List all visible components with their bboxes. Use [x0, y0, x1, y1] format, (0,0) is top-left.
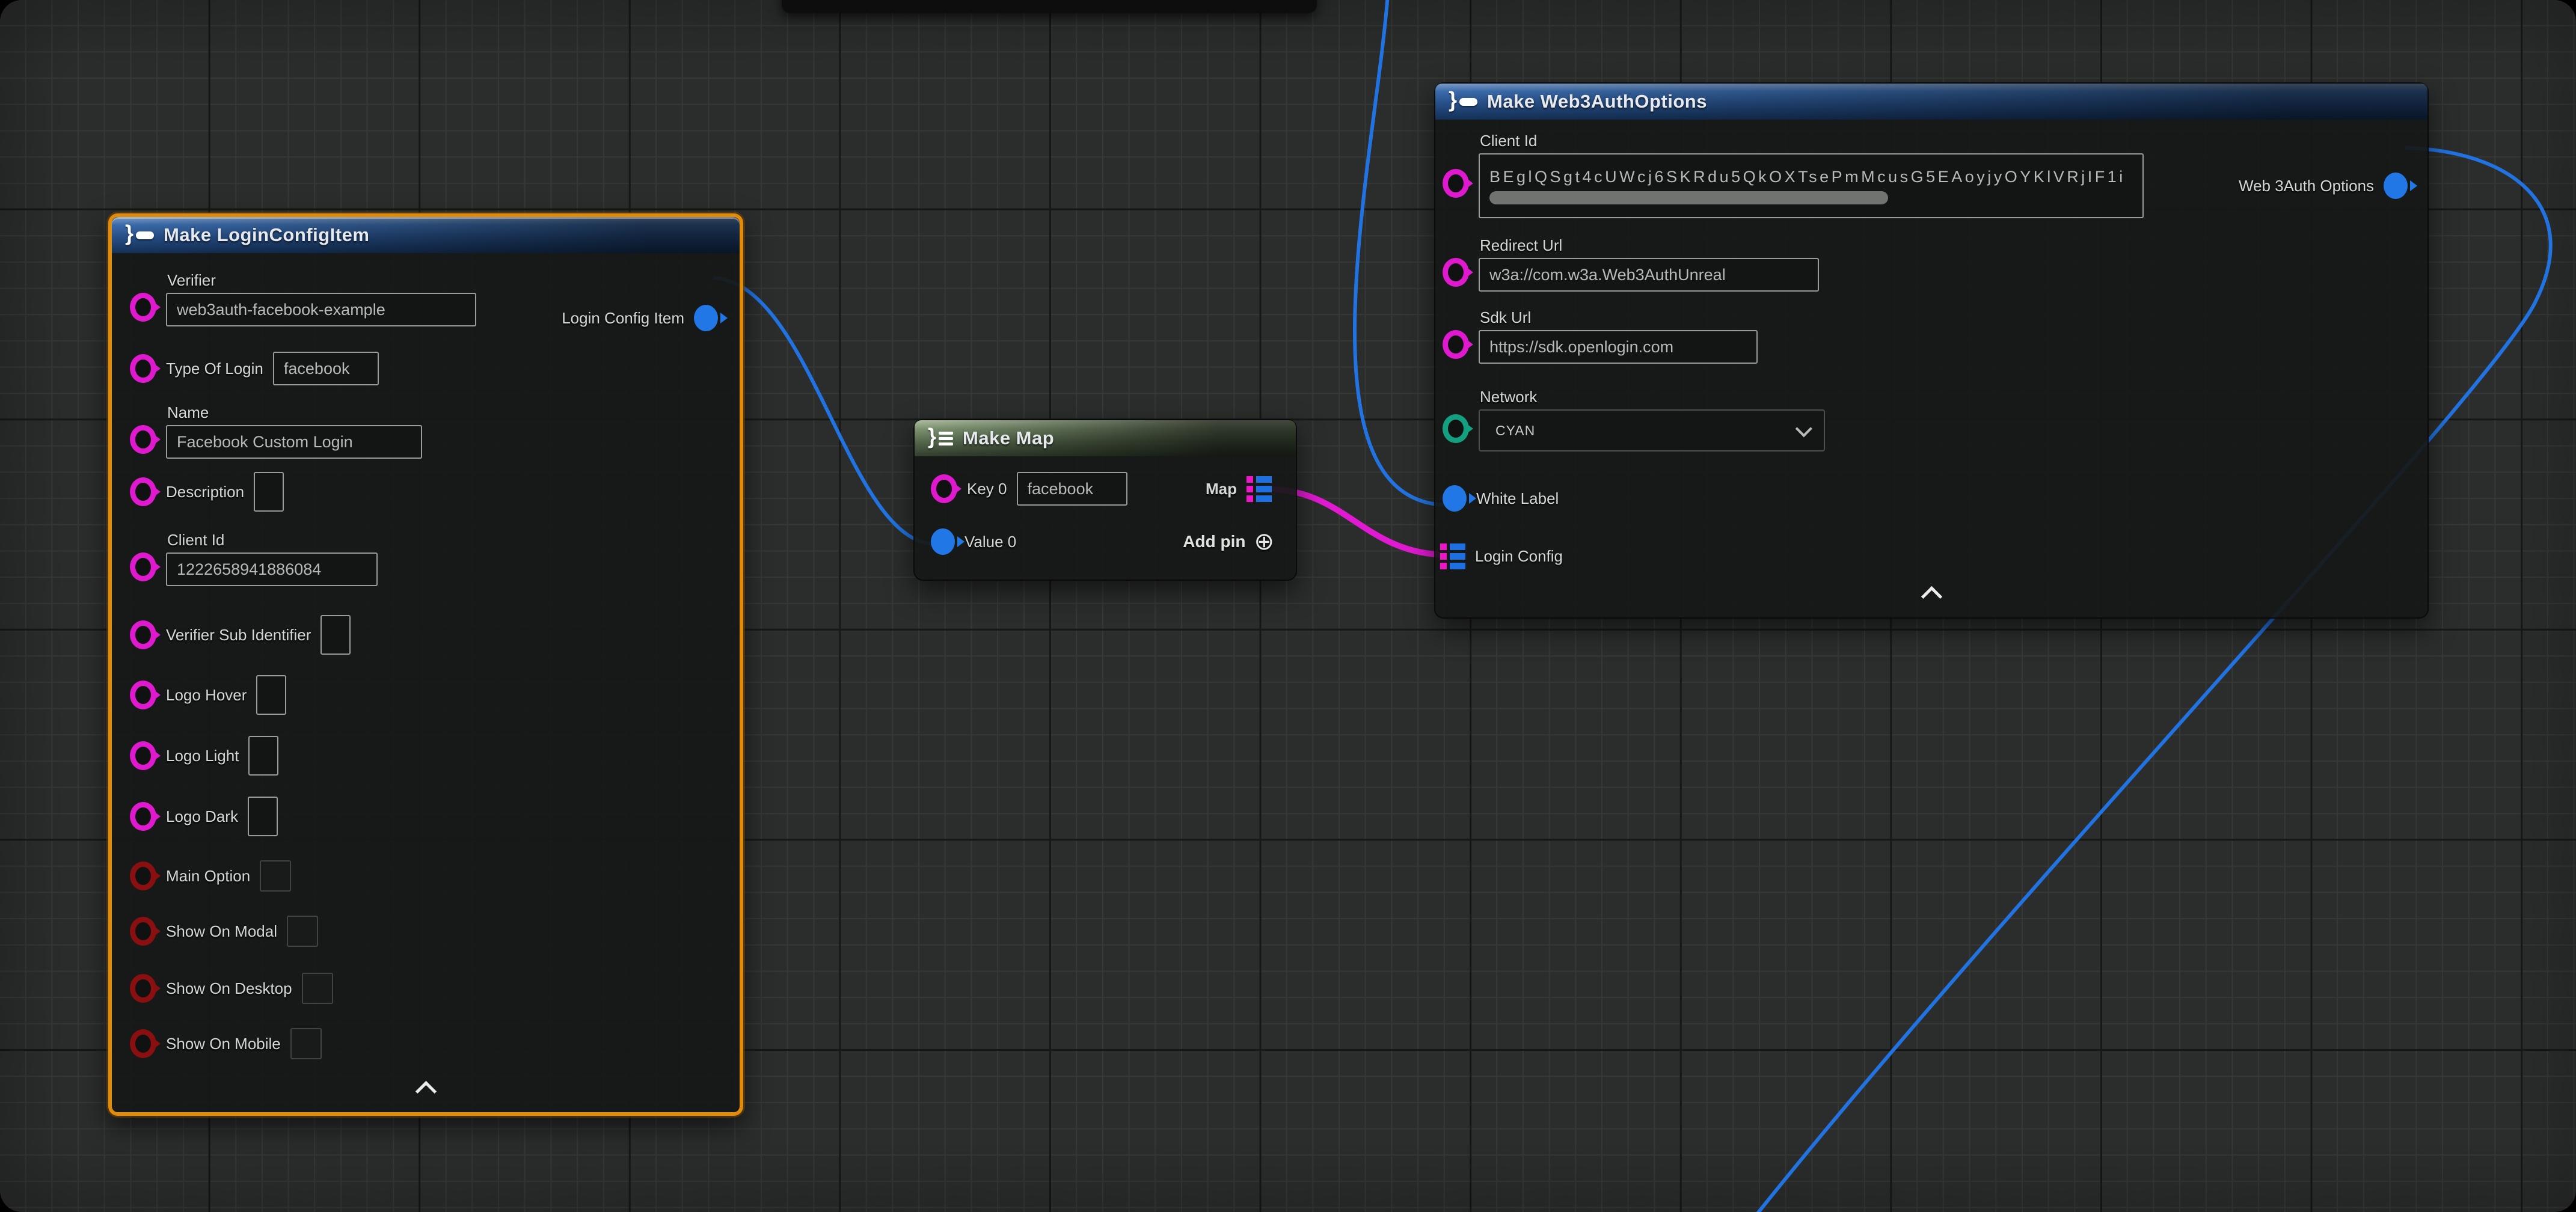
- network-pin[interactable]: [1443, 414, 1469, 443]
- client-id-pin[interactable]: [1443, 169, 1469, 198]
- logo-dark-pin[interactable]: [130, 802, 156, 831]
- node-header: } Make Web3AuthOptions: [1435, 84, 2427, 120]
- logo-hover-input[interactable]: [256, 675, 286, 715]
- type-of-login-pin[interactable]: [130, 354, 156, 383]
- client-id-input[interactable]: 1222658941886084: [166, 552, 378, 586]
- show-on-mobile-pin[interactable]: [130, 1029, 156, 1058]
- plus-circle-icon: ⊕: [1254, 530, 1274, 554]
- description-input[interactable]: [254, 472, 284, 512]
- white-label-pin[interactable]: [1443, 485, 1467, 512]
- node-header: } Make Map: [915, 420, 1296, 456]
- add-pin-button[interactable]: Add pin ⊕: [1183, 530, 1274, 554]
- client-id-input[interactable]: BEglQSgt4cUWcj6SKRdu5QkOXTsePmMcusG5EAoy…: [1479, 153, 2144, 218]
- output-web3auth-options[interactable]: Web 3Auth Options: [2239, 173, 2408, 199]
- description-pin[interactable]: [130, 477, 156, 506]
- show-on-desktop-pin[interactable]: [130, 974, 156, 1003]
- show-on-desktop-checkbox[interactable]: [302, 973, 333, 1004]
- name-pin[interactable]: [130, 425, 156, 454]
- logo-hover-pin[interactable]: [130, 681, 156, 709]
- node-title: Make Web3AuthOptions: [1487, 91, 1707, 112]
- wire-loginconfigitem-to-value0: [713, 278, 936, 544]
- show-on-modal-pin[interactable]: [130, 917, 156, 946]
- horizontal-scrollbar[interactable]: [1489, 191, 1888, 204]
- node-make-map[interactable]: } Make Map Key 0 facebook Map Value 0: [913, 419, 1297, 581]
- chevron-down-icon: [1796, 420, 1812, 437]
- verifier-pin[interactable]: [130, 293, 156, 322]
- redirect-url-pin[interactable]: [1443, 258, 1469, 287]
- key0-input[interactable]: facebook: [1017, 472, 1127, 506]
- main-option-checkbox[interactable]: [260, 860, 291, 892]
- map-output-pin[interactable]: [1247, 476, 1272, 502]
- node-header: } Make LoginConfigItem: [112, 217, 740, 253]
- node-title: Make Map: [963, 427, 1054, 449]
- node-title: Make LoginConfigItem: [164, 224, 369, 246]
- logo-light-input[interactable]: [248, 736, 278, 776]
- collapse-node-button[interactable]: [1435, 589, 2427, 604]
- make-struct-icon: }: [125, 222, 154, 248]
- verifier-sub-identifier-pin[interactable]: [130, 620, 156, 649]
- wire-top-to-whitelabel: [1355, 0, 1447, 505]
- redirect-url-input[interactable]: w3a://com.w3a.Web3AuthUnreal: [1479, 258, 1819, 292]
- output-login-config-item[interactable]: Login Config Item: [562, 305, 718, 331]
- sdk-url-input[interactable]: https://sdk.openlogin.com: [1479, 330, 1758, 364]
- node-make-loginconfigitem[interactable]: } Make LoginConfigItem Login Config Item…: [108, 213, 743, 1116]
- client-id-pin[interactable]: [130, 552, 156, 581]
- node-make-web3authoptions[interactable]: } Make Web3AuthOptions Web 3Auth Options…: [1434, 82, 2429, 619]
- sdk-url-pin[interactable]: [1443, 330, 1469, 359]
- verifier-sub-identifier-input[interactable]: [320, 615, 351, 655]
- main-option-pin[interactable]: [130, 862, 156, 890]
- blueprint-graph-canvas[interactable]: } Make LoginConfigItem Login Config Item…: [0, 0, 2576, 1212]
- network-dropdown[interactable]: CYAN: [1479, 409, 1825, 451]
- login-config-pin[interactable]: [1440, 543, 1465, 569]
- value0-pin[interactable]: [931, 528, 955, 555]
- logo-dark-input[interactable]: [248, 797, 278, 836]
- show-on-modal-checkbox[interactable]: [287, 916, 318, 947]
- make-map-icon: }: [928, 426, 953, 451]
- type-of-login-input[interactable]: facebook: [273, 352, 379, 385]
- verifier-input[interactable]: web3auth-facebook-example: [166, 293, 476, 326]
- login-config-item-output-pin[interactable]: [694, 305, 718, 331]
- logo-light-pin[interactable]: [130, 741, 156, 770]
- collapse-node-button[interactable]: [112, 1084, 740, 1099]
- key0-pin[interactable]: [931, 474, 957, 503]
- chevron-up-icon: [415, 1081, 436, 1102]
- name-input[interactable]: Facebook Custom Login: [166, 425, 422, 459]
- chevron-up-icon: [1921, 586, 1942, 607]
- web3auth-options-output-pin[interactable]: [2384, 173, 2408, 199]
- make-struct-icon: }: [1449, 89, 1477, 114]
- show-on-mobile-checkbox[interactable]: [290, 1028, 322, 1059]
